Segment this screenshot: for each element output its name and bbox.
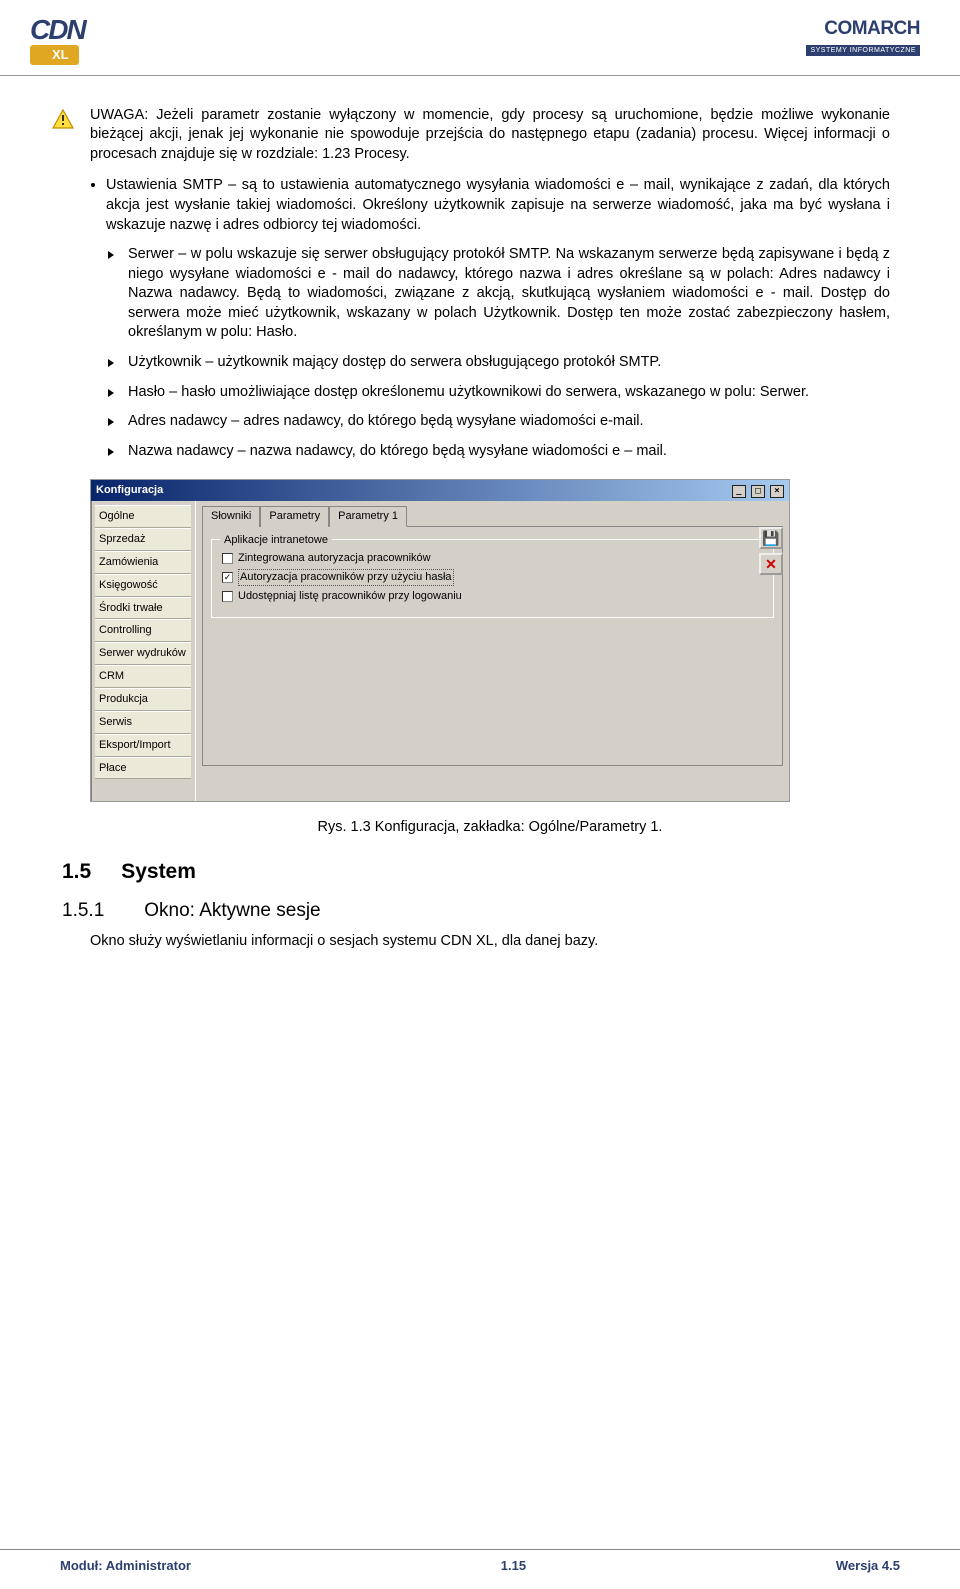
checkbox-icon[interactable] — [222, 591, 233, 602]
checkbox-label: Autoryzacja pracowników przy użyciu hasł… — [238, 569, 454, 586]
logo-comarch: COMARCH SYSTEMY INFORMATYCZNE — [720, 18, 920, 56]
sidebar-item[interactable]: Eksport/Import — [95, 734, 191, 757]
tab-parametry1[interactable]: Parametry 1 — [329, 506, 407, 527]
checkbox-row[interactable]: Udostępniaj listę pracowników przy logow… — [222, 589, 763, 604]
maximize-icon[interactable]: □ — [751, 485, 765, 498]
footer-module: Moduł: Administrator — [60, 1558, 191, 1573]
sidebar-item[interactable]: Zamówienia — [95, 551, 191, 574]
checkbox-label: Udostępniaj listę pracowników przy logow… — [238, 589, 462, 604]
sidebar-item[interactable]: Serwer wydruków — [95, 642, 191, 665]
dialog-buttons: 💾 ✕ — [759, 527, 783, 575]
config-sidebar: Ogólne Sprzedaż Zamówienia Księgowość Śr… — [91, 501, 196, 801]
h3-text: Okno: Aktywne sesje — [144, 898, 320, 924]
tab-parametry[interactable]: Parametry — [260, 506, 329, 527]
sidebar-item[interactable]: Produkcja — [95, 688, 191, 711]
bullet-list: Ustawienia SMTP – są to ustawienia autom… — [90, 176, 890, 235]
checkbox-icon[interactable] — [222, 553, 233, 564]
group-label: Aplikacje intranetowe — [220, 533, 332, 548]
sidebar-item[interactable]: CRM — [95, 665, 191, 688]
config-window: Konfiguracja _ □ × Ogólne Sprzedaż Zamów… — [90, 479, 790, 802]
x-icon: ✕ — [765, 555, 777, 574]
xl-badge: XL — [30, 45, 79, 65]
h3-number: 1.5.1 — [62, 898, 104, 924]
h2-text: System — [121, 858, 196, 886]
sidebar-item[interactable]: Księgowość — [95, 574, 191, 597]
window-titlebar: Konfiguracja _ □ × — [91, 480, 789, 501]
save-button[interactable]: 💾 — [759, 527, 783, 549]
page-header: CDN XL COMARCH SYSTEMY INFORMATYCZNE — [0, 0, 960, 76]
sub-bullet-item: Nazwa nadawcy – nazwa nadawcy, do któreg… — [128, 442, 890, 462]
sidebar-item[interactable]: Ogólne — [95, 505, 191, 528]
sub-bullet-item: Użytkownik – użytkownik mający dostęp do… — [128, 353, 890, 373]
figure: Konfiguracja _ □ × Ogólne Sprzedaż Zamów… — [90, 479, 890, 802]
sidebar-item[interactable]: Płace — [95, 757, 191, 780]
section-heading: 1.5 System — [62, 858, 890, 886]
warning-note: UWAGA: Jeżeli parametr zostanie wyłączon… — [60, 106, 890, 165]
config-main: Słowniki Parametry Parametry 1 Aplikacje… — [196, 501, 789, 801]
group-intranet-apps: Aplikacje intranetowe Zintegrowana autor… — [211, 539, 774, 618]
checkbox-label: Zintegrowana autoryzacja pracowników — [238, 551, 431, 566]
sidebar-item[interactable]: Środki trwałe — [95, 597, 191, 620]
footer-page: 1.15 — [501, 1558, 526, 1573]
checkbox-icon[interactable]: ✓ — [222, 572, 233, 583]
comarch-subtext: SYSTEMY INFORMATYCZNE — [806, 45, 920, 56]
tab-slowniki[interactable]: Słowniki — [202, 506, 260, 527]
comarch-text: COMARCH — [720, 18, 920, 40]
window-controls: _ □ × — [730, 483, 784, 498]
sub-bullet-item: Hasło – hasło umożliwiające dostęp okreś… — [128, 383, 890, 403]
cancel-button[interactable]: ✕ — [759, 553, 783, 575]
sub-bullet-item: Adres nadawcy – adres nadawcy, do któreg… — [128, 412, 890, 432]
figure-caption: Rys. 1.3 Konfiguracja, zakładka: Ogólne/… — [90, 818, 890, 838]
diskette-icon: 💾 — [762, 529, 779, 548]
subsection-heading: 1.5.1 Okno: Aktywne sesje — [62, 898, 890, 924]
minimize-icon[interactable]: _ — [732, 485, 746, 498]
page-footer: Moduł: Administrator 1.15 Wersja 4.5 — [0, 1549, 960, 1573]
sidebar-item[interactable]: Sprzedaż — [95, 528, 191, 551]
main-content: UWAGA: Jeżeli parametr zostanie wyłączon… — [0, 76, 960, 984]
checkbox-row[interactable]: ✓ Autoryzacja pracowników przy użyciu ha… — [222, 569, 763, 586]
sub-bullet-list: Serwer – w polu wskazuje się serwer obsł… — [90, 245, 890, 461]
warning-icon — [52, 108, 74, 130]
sub-bullet-item: Serwer – w polu wskazuje się serwer obsł… — [128, 245, 890, 343]
logo-cdn-xl: CDN XL — [30, 18, 160, 65]
checkbox-row[interactable]: Zintegrowana autoryzacja pracowników — [222, 551, 763, 566]
window-title: Konfiguracja — [96, 483, 163, 498]
tab-panel: Aplikacje intranetowe Zintegrowana autor… — [202, 526, 783, 766]
bullet-item: Ustawienia SMTP – są to ustawienia autom… — [106, 176, 890, 235]
close-icon[interactable]: × — [770, 485, 784, 498]
body-paragraph: Okno służy wyświetlaniu informacji o ses… — [90, 932, 890, 952]
h2-number: 1.5 — [62, 858, 91, 886]
tab-bar: Słowniki Parametry Parametry 1 — [202, 505, 783, 526]
sidebar-item[interactable]: Serwis — [95, 711, 191, 734]
warning-text: UWAGA: Jeżeli parametr zostanie wyłączon… — [90, 106, 890, 165]
footer-version: Wersja 4.5 — [836, 1558, 900, 1573]
sidebar-item[interactable]: Controlling — [95, 619, 191, 642]
cdn-text: CDN — [30, 18, 150, 42]
